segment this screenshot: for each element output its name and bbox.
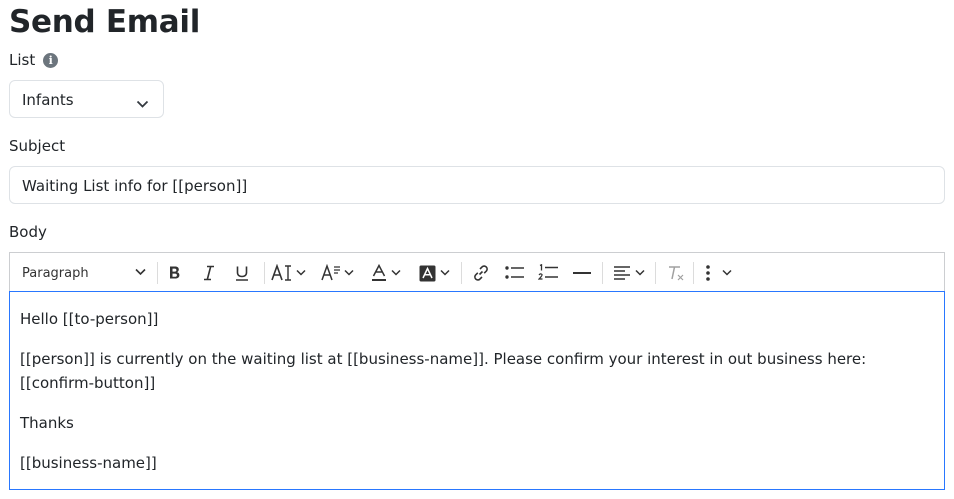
- chevron-down-icon: [635, 269, 645, 277]
- horizontal-line-button[interactable]: [572, 261, 592, 285]
- font-color-icon: [371, 264, 387, 282]
- paragraph-format-dropdown[interactable]: Paragraph: [22, 261, 146, 285]
- numbered-list-button[interactable]: [538, 261, 558, 285]
- toolbar-separator: [655, 262, 656, 284]
- link-icon: [472, 264, 490, 282]
- font-size-dropdown[interactable]: [271, 261, 306, 285]
- numbered-list-icon: [538, 264, 558, 282]
- remove-format-icon: [667, 264, 685, 282]
- font-size-icon: [271, 264, 293, 282]
- remove-format-button[interactable]: [667, 261, 685, 285]
- subject-value: Waiting List info for [[person]]: [22, 177, 248, 195]
- info-circle-icon[interactable]: i: [43, 53, 59, 68]
- body-paragraph: Hello [[to-person]]: [20, 310, 159, 328]
- link-button[interactable]: [472, 261, 490, 285]
- font-background-color-dropdown[interactable]: [419, 261, 450, 285]
- chevron-down-icon: [296, 269, 306, 277]
- editor-toolbar: Paragraph: [9, 252, 945, 292]
- toolbar-separator: [602, 262, 603, 284]
- underline-icon: [234, 265, 250, 281]
- chevron-down-icon: [391, 269, 401, 277]
- bold-button[interactable]: [167, 261, 183, 285]
- toolbar-separator: [693, 262, 694, 284]
- editor-content-area[interactable]: Hello [[to-person]] [[person]] is curren…: [9, 291, 945, 490]
- paragraph-format-label: Paragraph: [22, 265, 89, 281]
- more-options-dropdown[interactable]: [704, 261, 732, 285]
- chevron-down-icon: [136, 94, 149, 113]
- font-background-color-icon: [419, 265, 436, 282]
- chevron-down-icon: [135, 268, 146, 276]
- bold-icon: [167, 265, 183, 281]
- toolbar-separator: [157, 262, 158, 284]
- chevron-down-icon: [722, 269, 732, 277]
- chevron-down-icon: [440, 269, 450, 277]
- toolbar-separator: [461, 262, 462, 284]
- subject-label: Subject: [9, 137, 66, 155]
- body-label: Body: [9, 223, 47, 241]
- toolbar-separator: [264, 262, 265, 284]
- more-options-icon: [704, 264, 712, 282]
- bulleted-list-button[interactable]: [505, 261, 524, 285]
- font-family-dropdown[interactable]: [321, 261, 354, 285]
- body-paragraph: Thanks: [20, 414, 74, 432]
- italic-button[interactable]: [201, 261, 217, 285]
- font-family-icon: [321, 264, 341, 282]
- body-paragraph: [[business-name]]: [20, 454, 157, 472]
- underline-button[interactable]: [234, 261, 250, 285]
- font-color-dropdown[interactable]: [371, 261, 401, 285]
- page-title: Send Email: [9, 4, 201, 40]
- list-label: List: [9, 51, 36, 69]
- list-label-row: List i: [9, 51, 59, 69]
- subject-input[interactable]: Waiting List info for [[person]]: [9, 166, 945, 204]
- list-selected-value: Infants: [22, 91, 74, 109]
- text-alignment-icon: [613, 265, 631, 281]
- text-alignment-dropdown[interactable]: [613, 261, 645, 285]
- italic-icon: [201, 265, 217, 281]
- horizontal-line-icon: [572, 265, 592, 281]
- rich-text-editor: Paragraph Hello [[to-person]] [[person]]…: [9, 252, 945, 490]
- bulleted-list-icon: [505, 265, 524, 281]
- chevron-down-icon: [344, 269, 354, 277]
- list-select[interactable]: Infants: [9, 80, 164, 118]
- body-paragraph: [[person]] is currently on the waiting l…: [20, 350, 867, 392]
